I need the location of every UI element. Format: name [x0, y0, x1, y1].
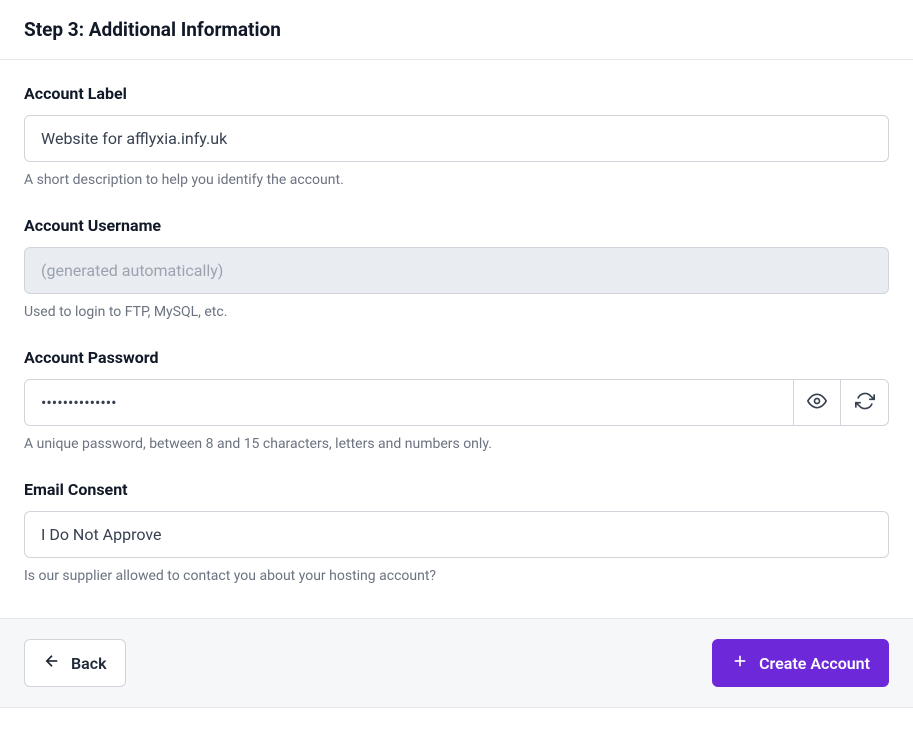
- form-footer: Back Create Account: [0, 618, 913, 708]
- account-label-input[interactable]: [24, 115, 889, 162]
- account-label-label: Account Label: [24, 84, 889, 103]
- refresh-icon: [855, 391, 875, 414]
- password-input-group: [24, 379, 889, 426]
- back-button[interactable]: Back: [24, 639, 126, 687]
- account-username-label: Account Username: [24, 216, 889, 235]
- email-consent-select[interactable]: I Do Not Approve: [24, 511, 889, 558]
- regenerate-password-button[interactable]: [841, 379, 889, 426]
- toggle-password-visibility-button[interactable]: [793, 379, 841, 426]
- account-password-input[interactable]: [24, 379, 793, 426]
- field-email-consent: Email Consent I Do Not Approve Is our su…: [24, 480, 889, 584]
- field-account-label: Account Label A short description to hel…: [24, 84, 889, 188]
- step-title: Step 3: Additional Information: [24, 18, 889, 41]
- back-button-label: Back: [71, 654, 107, 673]
- plus-icon: [731, 652, 749, 674]
- arrow-left-icon: [43, 652, 61, 674]
- field-account-password: Account Password A unique password, betw…: [24, 348, 889, 452]
- account-username-input: [24, 247, 889, 294]
- email-consent-label: Email Consent: [24, 480, 889, 499]
- eye-icon: [807, 391, 827, 414]
- email-consent-helper: Is our supplier allowed to contact you a…: [24, 568, 889, 584]
- account-password-label: Account Password: [24, 348, 889, 367]
- create-account-button[interactable]: Create Account: [712, 639, 889, 687]
- field-account-username: Account Username Used to login to FTP, M…: [24, 216, 889, 320]
- step-header: Step 3: Additional Information: [0, 0, 913, 60]
- account-username-helper: Used to login to FTP, MySQL, etc.: [24, 304, 889, 320]
- account-label-helper: A short description to help you identify…: [24, 172, 889, 188]
- create-account-button-label: Create Account: [759, 654, 870, 673]
- form-content: Account Label A short description to hel…: [0, 60, 913, 618]
- account-password-helper: A unique password, between 8 and 15 char…: [24, 436, 889, 452]
